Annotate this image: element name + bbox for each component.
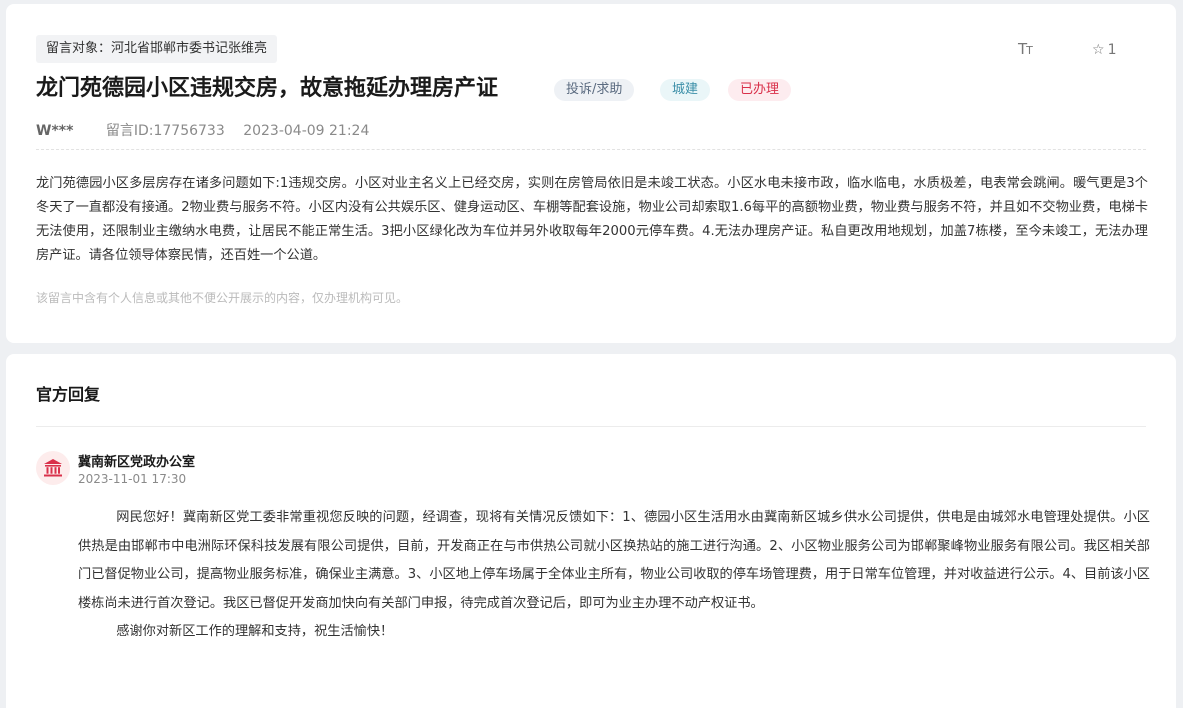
favorite-button[interactable]: ☆ 1 <box>1092 40 1116 60</box>
message-target-tag: 留言对象：河北省邯郸市委书记张维亮 <box>36 35 278 63</box>
privacy-notice: 该留言中含有个人信息或其他不便公开展示的内容，仅办理机构可见。 <box>36 291 409 305</box>
star-icon: ☆ <box>1092 42 1105 58</box>
official-reply-card: 官方回复 冀南新区党政办公室 2023-11-01 17:30 网民您好！冀南新… <box>6 354 1176 708</box>
reply-body: 网民您好！冀南新区党工委非常重视您反映的问题，经调查，现将有关情况反馈如下：1、… <box>78 504 1150 647</box>
message-meta: W*** 留言ID:17756733 2023-04-09 21:24 <box>36 121 369 141</box>
font-size-icon[interactable]: TT <box>1018 38 1040 60</box>
reply-heading: 官方回复 <box>36 385 101 404</box>
favorite-count: 1 <box>1107 42 1117 58</box>
message-card: 留言对象：河北省邯郸市委书记张维亮 TT ☆ 1 龙门苑德园小区违规交房，故意拖延… <box>6 4 1176 343</box>
reply-org-name: 冀南新区党政办公室 <box>78 455 196 470</box>
government-building-icon <box>36 451 70 485</box>
message-title: 龙门苑德园小区违规交房，故意拖延办理房产证 <box>36 76 499 101</box>
reply-datetime: 2023-11-01 17:30 <box>78 472 187 486</box>
category-badge: 城建 <box>660 79 711 101</box>
message-datetime: 2023-04-09 21:24 <box>243 123 370 139</box>
divider <box>36 426 1146 427</box>
type-badge: 投诉/求助 <box>554 79 635 101</box>
divider <box>36 149 1146 150</box>
reply-paragraph: 网民您好！冀南新区党工委非常重视您反映的问题，经调查，现将有关情况反馈如下：1、… <box>78 510 1150 611</box>
author-name: W*** <box>36 123 74 139</box>
status-badge: 已办理 <box>728 79 792 101</box>
message-content: 龙门苑德园小区多层房存在诸多问题如下:1违规交房。小区对业主名义上已经交房，实则… <box>36 176 1148 263</box>
reply-paragraph: 感谢你对新区工作的理解和支持，祝生活愉快！ <box>116 624 394 639</box>
message-id: 留言ID:17756733 <box>105 123 225 139</box>
